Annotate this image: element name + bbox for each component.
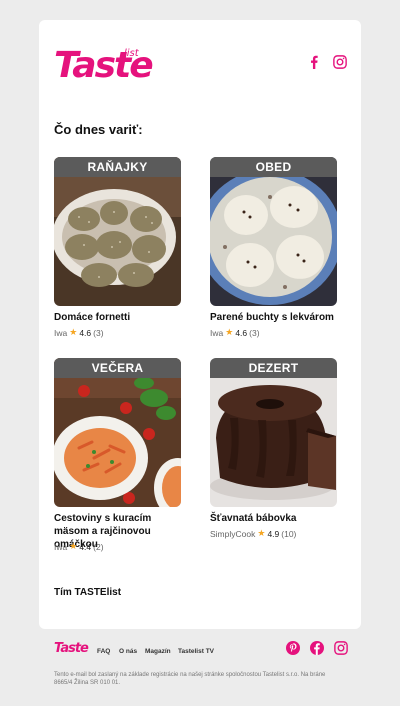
pinterest-icon[interactable] [286, 641, 300, 655]
star-icon: ★ [69, 541, 78, 551]
recipe-rating-count: (2) [93, 541, 104, 552]
footer-link-magazine[interactable]: Magazín [145, 648, 171, 655]
recipe-image-cestoviny[interactable] [54, 358, 181, 507]
recipe-image-buchty[interactable] [210, 157, 337, 306]
recipe-rating: 4.6 [235, 327, 248, 338]
email-card: Taste list Čo dnes variť: RAŇAJKY Domáce… [39, 20, 361, 629]
recipe-image-babovka[interactable] [210, 358, 337, 507]
recipe-author: Iwa [54, 541, 68, 552]
tastelist-logo[interactable]: Taste list [54, 46, 154, 88]
logo-superscript: list [124, 48, 139, 59]
category-label: DEZERT [210, 358, 337, 378]
instagram-icon[interactable] [334, 641, 348, 655]
recipe-rating: 4.4 [79, 541, 92, 552]
signature: Tím TASTElist [54, 587, 122, 598]
recipe-title[interactable]: Domáce fornetti [54, 311, 186, 324]
recipe-rating: 4.6 [79, 327, 92, 338]
recipe-image-fornetti[interactable] [54, 157, 181, 306]
recipe-title[interactable]: Parené buchty s lekvárom [210, 311, 342, 324]
instagram-icon[interactable] [332, 54, 348, 70]
footer-disclaimer: Tento e-mail bol zaslaný na základe regi… [54, 672, 326, 686]
recipe-rating: 4.9 [267, 528, 280, 539]
category-label: VEČERA [54, 358, 181, 378]
footer-link-tv[interactable]: Tastelist TV [178, 648, 214, 655]
footer-logo[interactable]: Taste [54, 641, 89, 656]
star-icon: ★ [257, 528, 266, 538]
recipe-meta: Iwa ★ 4.6 (3) [210, 327, 260, 338]
facebook-icon[interactable] [310, 641, 324, 655]
recipe-meta: SimplyCook ★ 4.9 (10) [210, 528, 296, 539]
facebook-icon[interactable] [306, 54, 322, 70]
category-label: RAŇAJKY [54, 157, 181, 177]
footer-link-faq[interactable]: FAQ [97, 648, 110, 655]
recipe-author: Iwa [210, 327, 224, 338]
recipe-rating-count: (3) [93, 327, 104, 338]
recipe-meta: Iwa ★ 4.6 (3) [54, 327, 104, 338]
recipe-meta: Iwa ★ 4.4 (2) [54, 541, 104, 552]
footer-link-about[interactable]: O nás [119, 648, 137, 655]
category-label: OBED [210, 157, 337, 177]
recipe-rating-count: (3) [249, 327, 260, 338]
recipe-author: Iwa [54, 327, 68, 338]
star-icon: ★ [69, 327, 78, 337]
recipe-rating-count: (10) [281, 528, 297, 539]
recipe-author: SimplyCook [210, 528, 256, 539]
star-icon: ★ [225, 327, 234, 337]
recipe-title[interactable]: Šťavnatá bábovka [210, 512, 342, 525]
section-heading: Čo dnes variť: [54, 122, 143, 137]
